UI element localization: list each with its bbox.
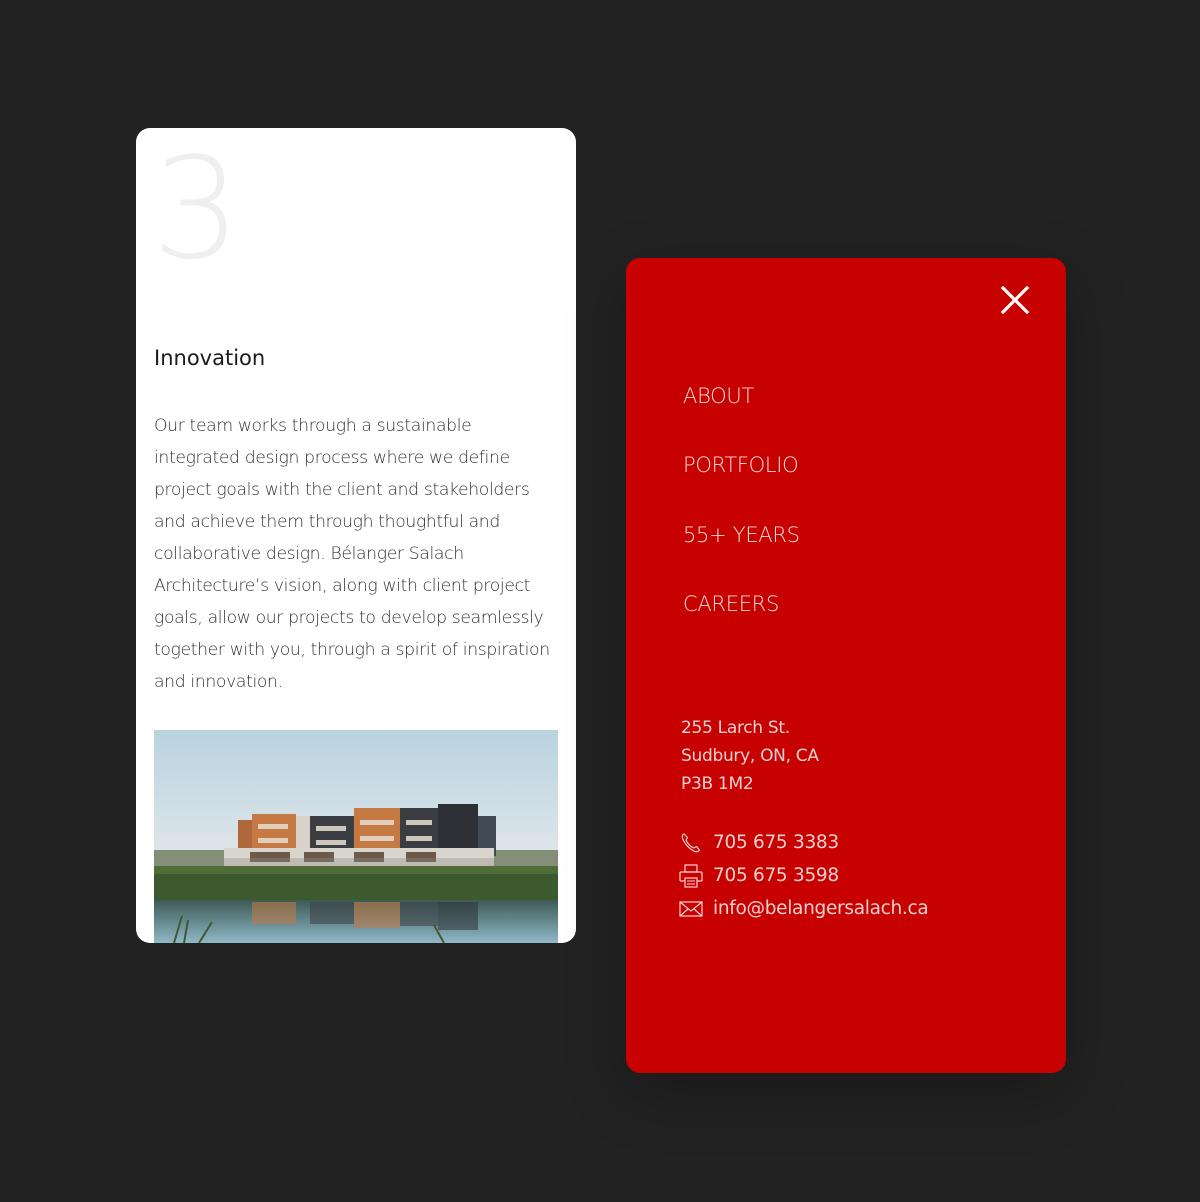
phone-link[interactable]: 705 675 3383	[678, 826, 928, 859]
nav-link-years[interactable]: 55+ YEARS	[683, 517, 800, 553]
address-line-1: 255 Larch St.	[681, 718, 790, 738]
address-line-2: Sudbury, ON, CA	[681, 746, 819, 766]
contact-list: 705 675 3383 705 675 3598 info@belangers…	[678, 826, 929, 925]
nav-link-portfolio[interactable]: PORTFOLIO	[683, 447, 799, 483]
email-address: info@belangersalach.ca	[713, 898, 929, 919]
nav-item-careers: CAREERS	[683, 586, 800, 655]
canvas: 3 Innovation Our team works through a su…	[0, 0, 1200, 1202]
section-body: Our team works through a sustainable int…	[154, 416, 550, 692]
fax-number: 705 675 3598	[713, 865, 839, 886]
mail-icon	[678, 896, 704, 922]
step-number: 3	[152, 128, 242, 291]
section-title: Innovation	[154, 346, 266, 370]
close-icon	[1000, 285, 1030, 315]
fax-link[interactable]: 705 675 3598	[678, 859, 928, 892]
email-link[interactable]: info@belangersalach.ca	[678, 892, 929, 925]
close-button[interactable]	[996, 281, 1034, 319]
building-photo	[154, 730, 558, 943]
address-line-3: P3B 1M2	[681, 774, 754, 794]
main-nav: ABOUT PORTFOLIO 55+ YEARS CAREERS	[683, 378, 800, 655]
address-block: 255 Larch St. Sudbury, ON, CA P3B 1M2	[681, 714, 819, 798]
nav-link-about[interactable]: ABOUT	[683, 378, 754, 414]
fax-icon	[678, 863, 704, 889]
nav-item-about: ABOUT	[683, 378, 800, 447]
nav-link-careers[interactable]: CAREERS	[683, 586, 779, 622]
phone-icon	[678, 830, 704, 856]
nav-item-years: 55+ YEARS	[683, 517, 800, 586]
building-photo-illustration	[154, 730, 558, 943]
nav-item-portfolio: PORTFOLIO	[683, 447, 800, 516]
phone-number: 705 675 3383	[713, 832, 839, 853]
